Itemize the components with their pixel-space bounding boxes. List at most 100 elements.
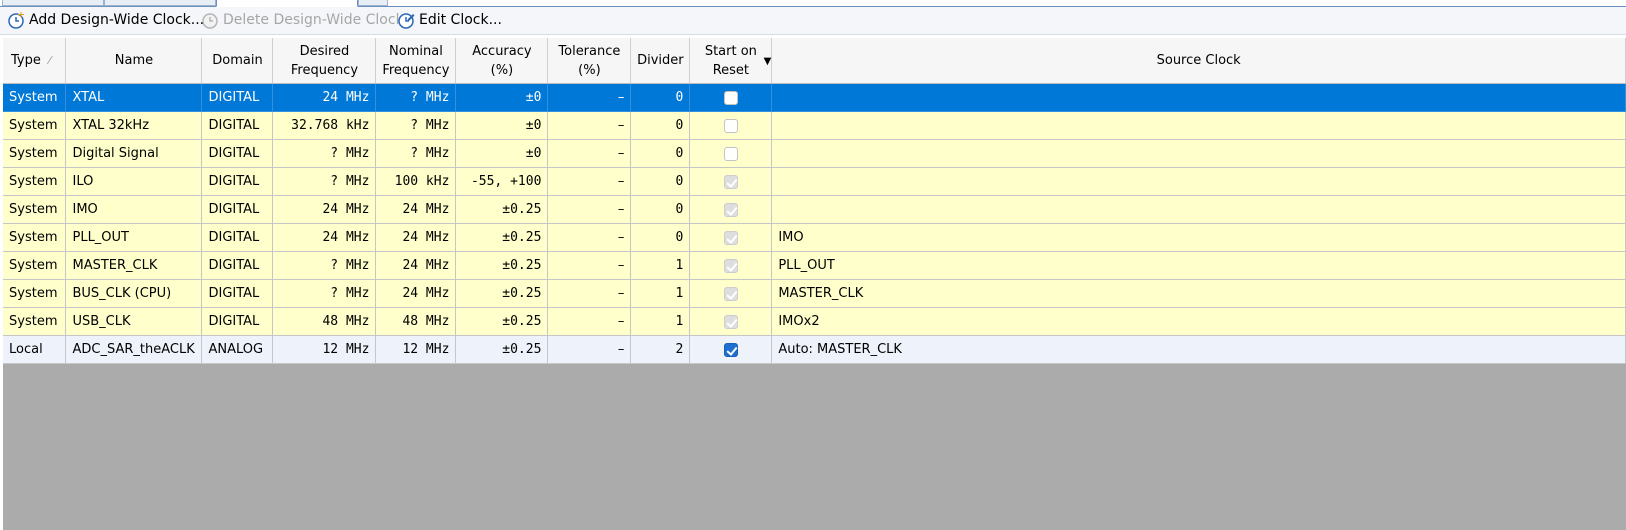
tab-clocks[interactable]	[216, 0, 358, 7]
cell-source-clock	[771, 83, 1626, 112]
add-clock-icon	[8, 11, 25, 29]
table-row[interactable]: Local ADC_SAR_theACLK ANALOG 12 MHz 12 MHz ±0…	[3, 335, 1626, 364]
cell-nominal-frequency: 24 MHz	[375, 195, 457, 224]
table-row[interactable]: System USB_CLK DIGITAL 48 MHz 48 MHz ±0.25–1 I…	[3, 307, 1626, 336]
cell-name: PLL_OUT	[65, 223, 203, 252]
tab-left-2[interactable]	[104, 0, 216, 6]
cell-name: ADC_SAR_theACLK	[65, 335, 203, 364]
edit-clock-label: Edit Clock...	[419, 12, 502, 28]
add-design-wide-clock-button[interactable]: Add Design-Wide Clock...	[8, 9, 204, 31]
cell-name: IMO	[65, 195, 203, 224]
cell-accuracy: ±0.25	[455, 307, 549, 336]
header-row: Type ⁄ Name Domain Desired Frequency Nomin…	[3, 38, 1626, 84]
cell-desired-frequency: ? MHz	[272, 279, 377, 308]
cell-nominal-frequency: 100 kHz	[375, 167, 457, 196]
add-clock-label: Add Design-Wide Clock...	[29, 12, 205, 28]
col-desired-label-2: Frequency	[290, 62, 359, 78]
cell-desired-frequency: 32.768 kHz	[272, 111, 377, 140]
delete-clock-icon	[202, 12, 219, 29]
edit-clock-button[interactable]: Edit Clock...	[398, 9, 502, 31]
cell-start-on-reset	[689, 167, 773, 196]
table-row[interactable]: System XTAL DIGITAL 24 MHz? MHz ±0–0	[3, 83, 1626, 112]
cell-tolerance: –	[547, 139, 632, 168]
cell-desired-frequency: ? MHz	[272, 167, 377, 196]
col-tolerance-label-2: (%)	[578, 62, 601, 78]
column-dropdown-icon[interactable]: ▼	[764, 52, 772, 71]
col-domain-header[interactable]: Domain	[201, 38, 274, 84]
cell-accuracy: ±0.25	[455, 251, 549, 280]
col-type-header[interactable]: Type ⁄	[3, 38, 67, 84]
table-row[interactable]: System XTAL 32kHz DIGITAL 32.768 kHz? MHz ±0…	[3, 111, 1626, 140]
table-row[interactable]: System IMO DIGITAL 24 MHz 24 MHz ±0.25–0	[3, 195, 1626, 224]
cell-desired-frequency: ? MHz	[272, 251, 377, 280]
cell-accuracy: -55, +100	[455, 167, 549, 196]
cell-type: System	[3, 307, 67, 336]
start-on-reset-checkbox	[723, 202, 738, 217]
cell-tolerance: –	[547, 195, 632, 224]
col-name-header[interactable]: Name	[65, 38, 203, 84]
cell-start-on-reset	[689, 251, 773, 280]
start-on-reset-checkbox[interactable]	[723, 90, 738, 105]
cell-desired-frequency: 24 MHz	[272, 195, 377, 224]
col-divider-header[interactable]: Divider	[630, 38, 691, 84]
col-tolerance-header[interactable]: Tolerance (%)	[547, 38, 632, 84]
start-on-reset-checkbox[interactable]	[723, 342, 738, 357]
cell-tolerance: –	[547, 111, 632, 140]
cell-tolerance: –	[547, 307, 632, 336]
cell-type: System	[3, 223, 67, 252]
cell-start-on-reset	[689, 335, 773, 364]
col-start-label-2: Reset	[712, 62, 750, 78]
cell-desired-frequency: 24 MHz	[272, 83, 377, 112]
cell-accuracy: ±0.25	[455, 195, 549, 224]
start-on-reset-checkbox	[723, 314, 738, 329]
col-source-clock-header[interactable]: Source Clock	[771, 38, 1626, 84]
cell-domain: DIGITAL	[201, 279, 274, 308]
cell-start-on-reset	[689, 139, 773, 168]
cell-type: System	[3, 83, 67, 112]
cell-domain: DIGITAL	[201, 83, 274, 112]
col-desired-header[interactable]: Desired Frequency	[272, 38, 377, 84]
col-accuracy-header[interactable]: Accuracy (%)	[455, 38, 549, 84]
cell-type: System	[3, 167, 67, 196]
cell-accuracy: ±0	[455, 139, 549, 168]
cell-name: USB_CLK	[65, 307, 203, 336]
col-start-on-reset-header[interactable]: Start on Reset ▼	[689, 38, 773, 84]
cell-nominal-frequency: 48 MHz	[375, 307, 457, 336]
cell-domain: DIGITAL	[201, 307, 274, 336]
cell-type: Local	[3, 335, 67, 364]
cell-desired-frequency: 12 MHz	[272, 335, 377, 364]
delete-design-wide-clock-button[interactable]: Delete Design-Wide Clock	[202, 9, 404, 31]
table-row[interactable]: System ILO DIGITAL? MHz 100 kHz -55, +100–0	[3, 167, 1626, 196]
col-nominal-header[interactable]: Nominal Frequency	[375, 38, 457, 84]
cell-nominal-frequency: 24 MHz	[375, 279, 457, 308]
cell-domain: DIGITAL	[201, 223, 274, 252]
cell-start-on-reset	[689, 111, 773, 140]
cell-tolerance: –	[547, 83, 632, 112]
cell-name: BUS_CLK (CPU)	[65, 279, 203, 308]
delete-clock-label: Delete Design-Wide Clock	[223, 12, 404, 28]
table-row[interactable]: System Digital Signal DIGITAL? MHz? MHz ±0–…	[3, 139, 1626, 168]
cell-nominal-frequency: ? MHz	[375, 139, 457, 168]
cell-start-on-reset	[689, 83, 773, 112]
start-on-reset-checkbox[interactable]	[723, 146, 738, 161]
table-row[interactable]: System PLL_OUT DIGITAL 24 MHz 24 MHz ±0.25–0 I…	[3, 223, 1626, 252]
tab-left-1[interactable]	[2, 0, 104, 6]
col-desired-label-1: Desired	[299, 43, 350, 59]
tab-left-4[interactable]	[358, 0, 388, 6]
col-name-label: Name	[114, 53, 154, 68]
clocks-table-body: System XTAL DIGITAL 24 MHz? MHz ±0–0 System XT…	[3, 83, 1626, 364]
cell-divider: 0	[630, 111, 691, 140]
cell-divider: 1	[630, 279, 691, 308]
cell-source-clock	[771, 111, 1626, 140]
cell-source-clock: IMOx2	[771, 307, 1626, 336]
edit-clock-icon	[398, 12, 415, 29]
cell-source-clock: PLL_OUT	[771, 251, 1626, 280]
cell-tolerance: –	[547, 279, 632, 308]
cell-divider: 0	[630, 195, 691, 224]
table-row[interactable]: System MASTER_CLK DIGITAL? MHz 24 MHz ±0.25–…	[3, 251, 1626, 280]
cell-accuracy: ±0.25	[455, 335, 549, 364]
table-row[interactable]: System BUS_CLK (CPU) DIGITAL? MHz 24 MHz ±0.…	[3, 279, 1626, 308]
cell-type: System	[3, 195, 67, 224]
start-on-reset-checkbox	[723, 286, 738, 301]
start-on-reset-checkbox[interactable]	[723, 118, 738, 133]
